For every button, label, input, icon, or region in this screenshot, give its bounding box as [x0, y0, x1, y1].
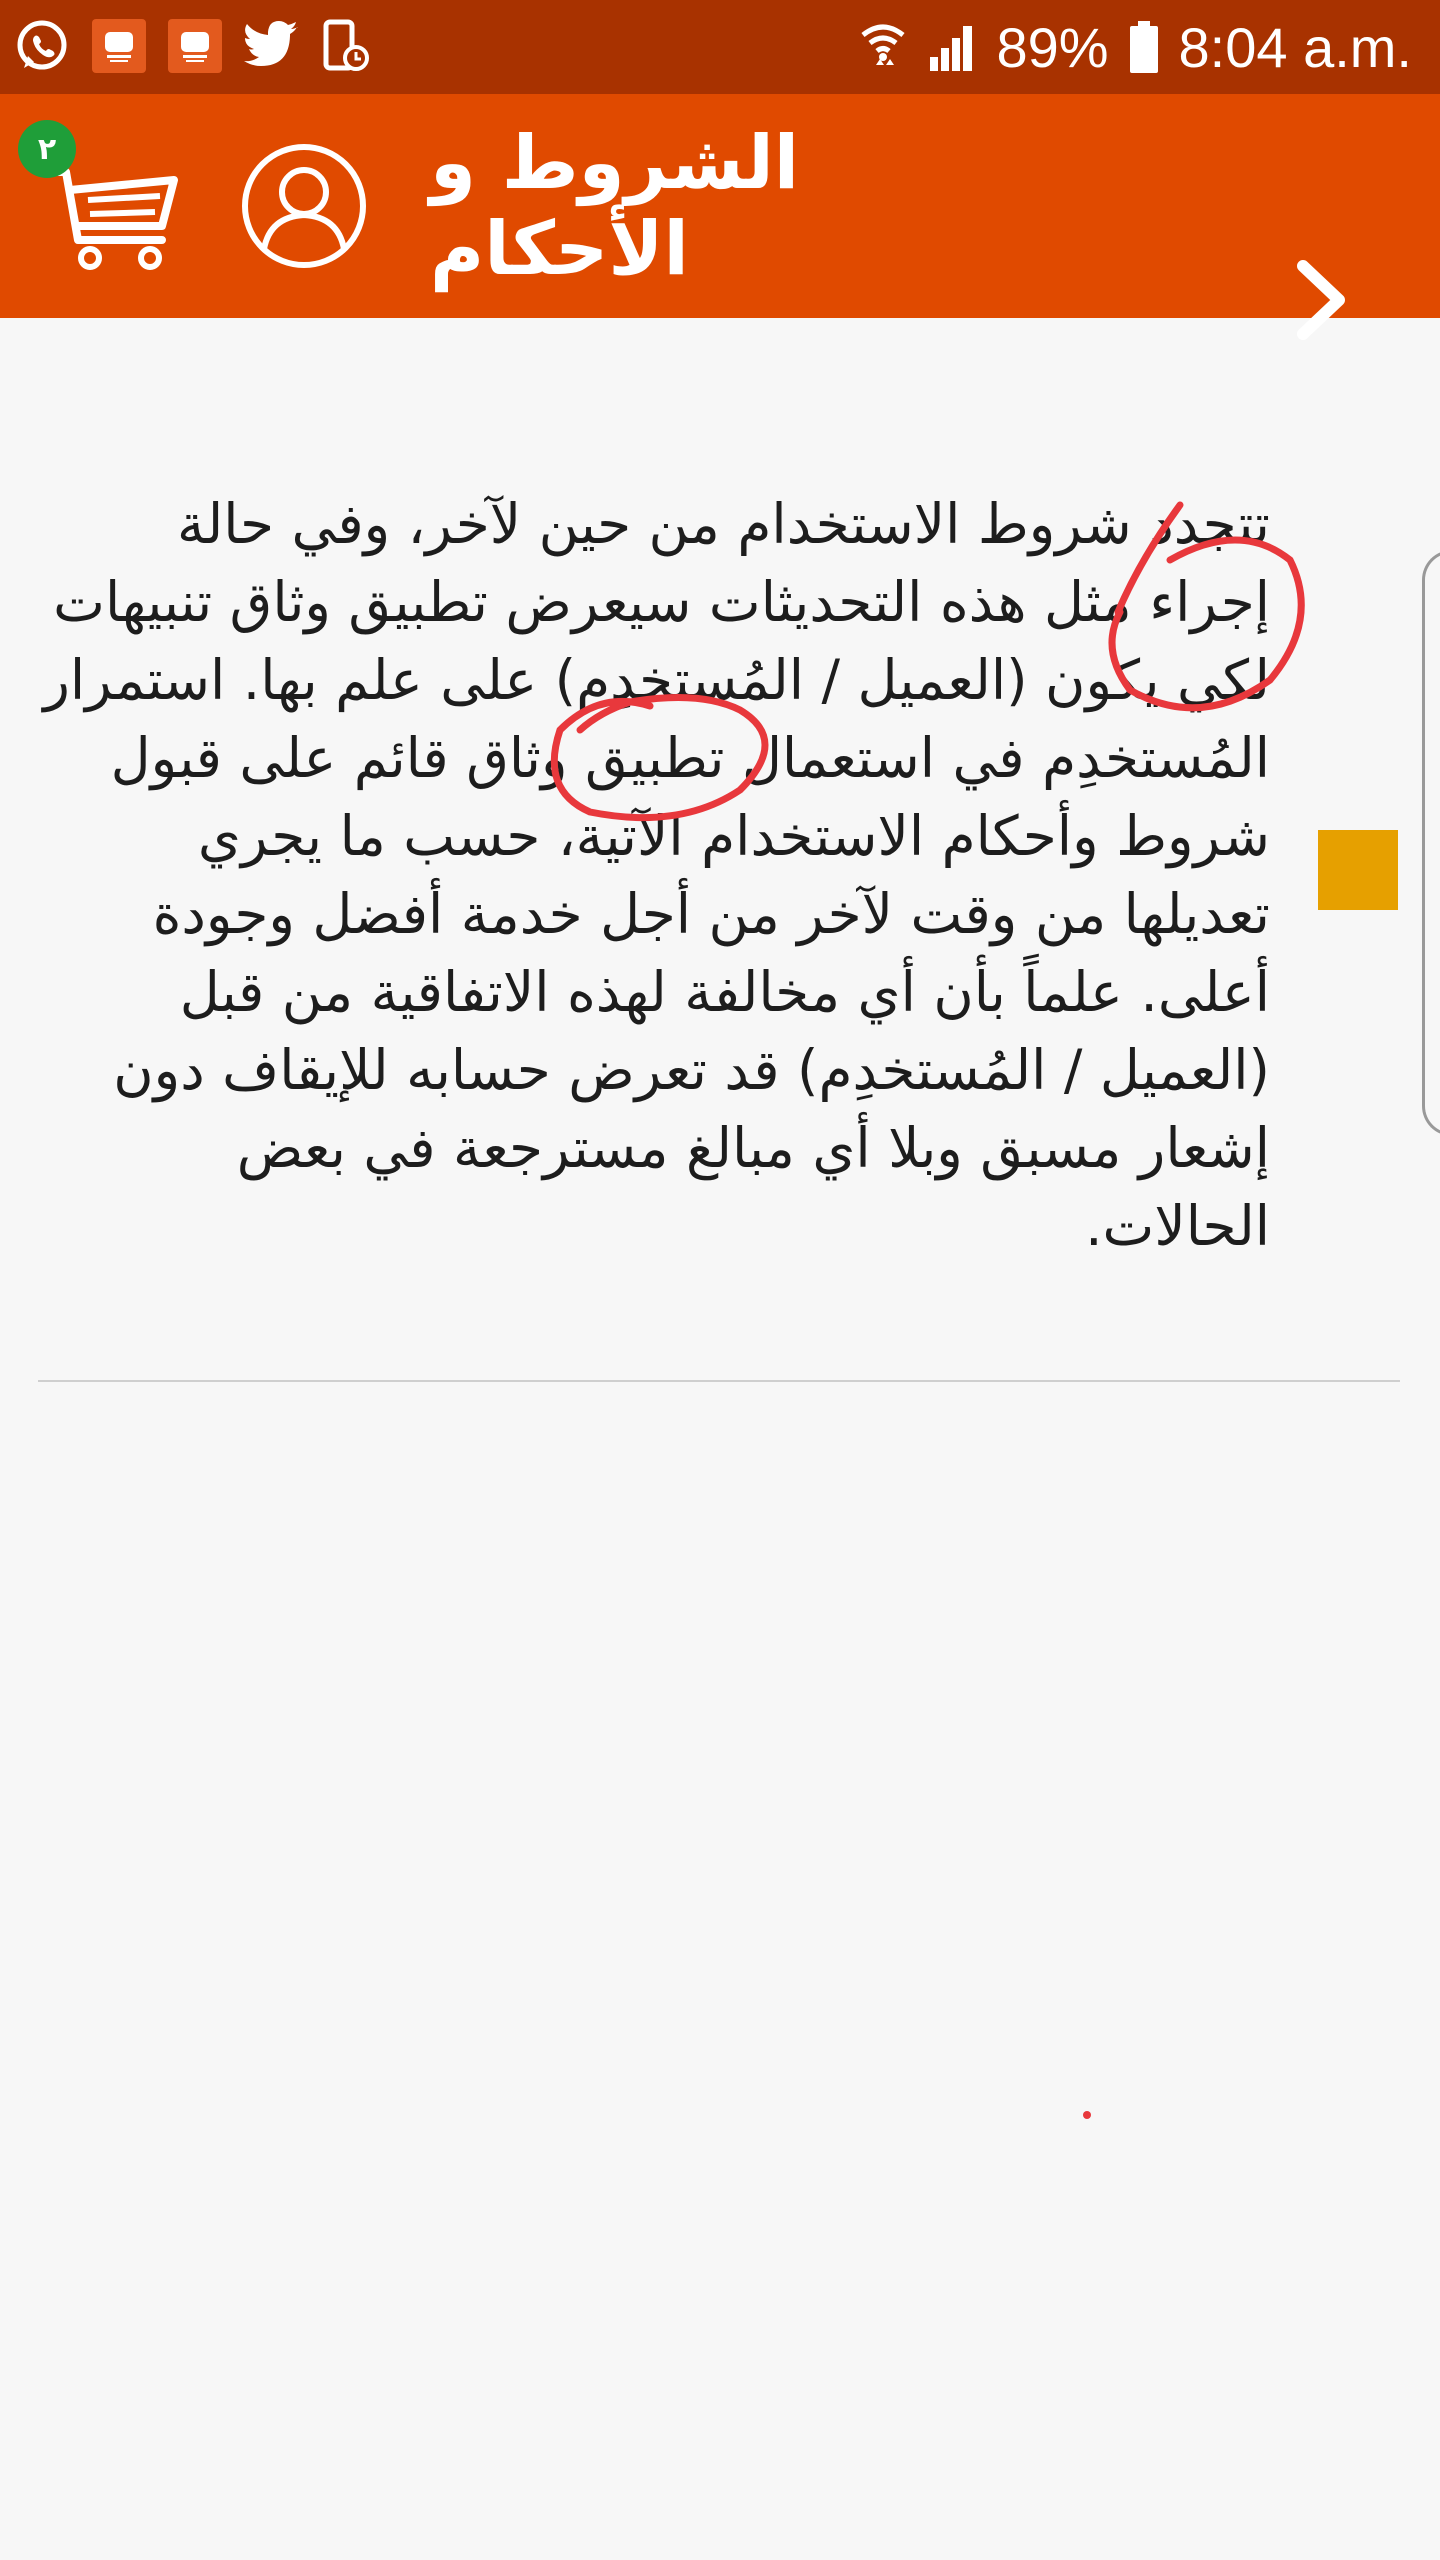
battery-icon	[1129, 21, 1158, 73]
user-profile-icon	[242, 144, 366, 268]
cart-count-badge: ٢	[18, 120, 76, 178]
back-button[interactable]	[1285, 244, 1365, 354]
app-notification-icon	[168, 19, 222, 73]
terms-text: تتجدد شروط الاستخدام من حين لآخر، وفي حا…	[43, 492, 1270, 1258]
red-annotation-marks	[550, 501, 1305, 2119]
signal-icon	[930, 26, 973, 71]
device-icon	[323, 19, 369, 71]
side-marker	[1318, 830, 1398, 910]
side-drawer-handle[interactable]	[1422, 550, 1440, 1136]
wifi-icon	[861, 24, 905, 65]
profile-button[interactable]	[240, 142, 368, 270]
status-bar: 89% 8:04 a.m.	[0, 0, 1440, 94]
twitter-icon	[244, 21, 298, 66]
whatsapp-icon	[17, 20, 67, 70]
system-status: 89% 8:04 a.m.	[858, 0, 1412, 94]
battery-percentage: 89%	[996, 15, 1109, 79]
divider	[38, 1380, 1400, 1382]
chevron-right-icon	[1297, 260, 1345, 340]
clock: 8:04 a.m.	[1178, 15, 1412, 79]
page-title: الشروط و الأحكام	[430, 120, 800, 292]
app-notification-icon	[92, 19, 146, 73]
notification-icons	[14, 16, 372, 76]
